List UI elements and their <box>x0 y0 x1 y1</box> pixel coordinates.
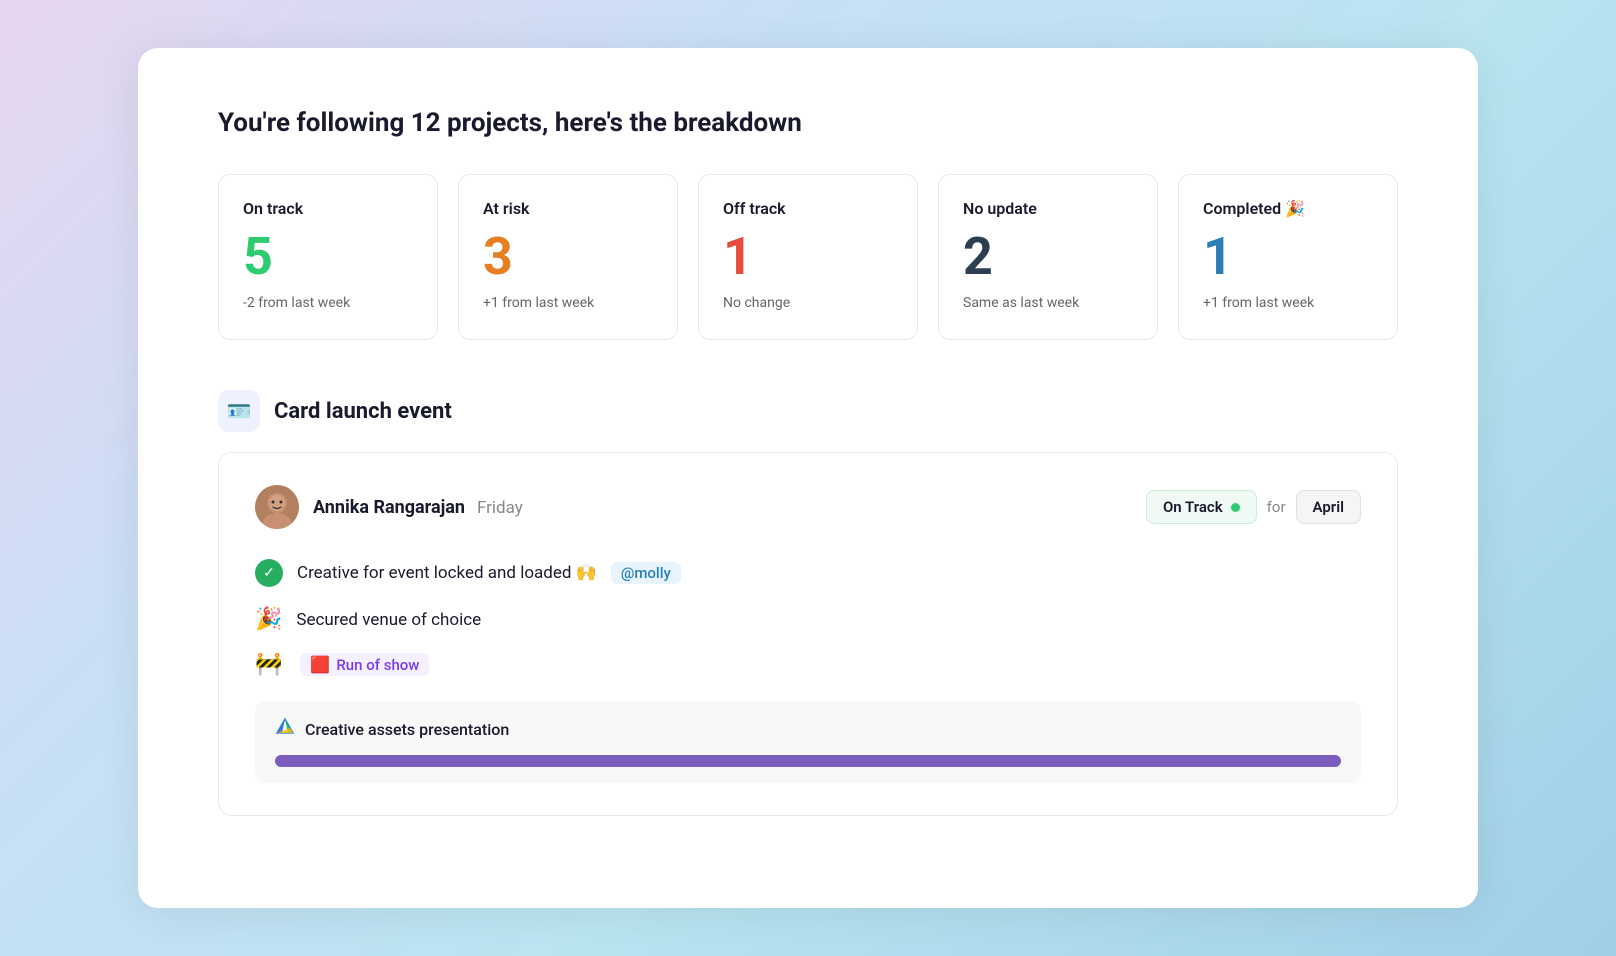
avatar <box>255 485 299 529</box>
run-of-show-link[interactable]: 🟥 Run of show <box>300 653 429 676</box>
main-card: You're following 12 projects, here's the… <box>138 48 1478 908</box>
update-items: ✓ Creative for event locked and loaded 🙌… <box>255 559 1361 677</box>
section-icon: 🪪 <box>218 390 260 432</box>
attachment-title: Creative assets presentation <box>275 717 1341 741</box>
section-header: 🪪 Card launch event <box>218 390 1398 432</box>
stat-change-on-track: -2 from last week <box>243 295 413 311</box>
for-text: for <box>1267 498 1286 516</box>
on-track-badge[interactable]: On Track <box>1146 490 1257 524</box>
update-text-2: Secured venue of choice <box>296 610 481 630</box>
stat-label-on-track: On track <box>243 199 413 218</box>
stats-row: On track 5 -2 from last week At risk 3 +… <box>218 174 1398 340</box>
attachment-area[interactable]: Creative assets presentation <box>255 701 1361 783</box>
stat-change-at-risk: +1 from last week <box>483 295 653 311</box>
update-item-3: 🚧 🟥 Run of show <box>255 652 1361 677</box>
attachment-progress-bar <box>275 755 1341 767</box>
stat-label-completed: Completed 🎉 <box>1203 199 1373 218</box>
stat-card-on-track[interactable]: On track 5 -2 from last week <box>218 174 438 340</box>
update-text-row-1: Creative for event locked and loaded 🙌 @… <box>297 562 681 584</box>
stat-change-completed: +1 from last week <box>1203 295 1373 311</box>
stat-label-at-risk: At risk <box>483 199 653 218</box>
on-track-label: On Track <box>1163 498 1223 516</box>
figma-icon: 🟥 <box>310 655 330 674</box>
drive-icon <box>275 717 295 741</box>
project-author: Annika Rangarajan Friday <box>255 485 523 529</box>
link-text: Run of show <box>336 656 419 674</box>
project-card: Annika Rangarajan Friday On Track for Ap… <box>218 452 1398 816</box>
attachment-name: Creative assets presentation <box>305 720 509 739</box>
stat-change-off-track: No change <box>723 295 893 311</box>
stat-label-no-update: No update <box>963 199 1133 218</box>
author-name: Annika Rangarajan <box>313 497 465 518</box>
stat-number-no-update: 2 <box>963 228 1133 285</box>
stat-change-no-update: Same as last week <box>963 295 1133 311</box>
update-item-1: ✓ Creative for event locked and loaded 🙌… <box>255 559 1361 587</box>
update-text-1: Creative for event locked and loaded 🙌 <box>297 563 597 583</box>
mention-tag-molly[interactable]: @molly <box>611 562 681 584</box>
page-title: You're following 12 projects, here's the… <box>218 108 1398 138</box>
author-info: Annika Rangarajan Friday <box>313 497 523 518</box>
stat-number-completed: 1 <box>1203 228 1373 285</box>
stat-card-completed[interactable]: Completed 🎉 1 +1 from last week <box>1178 174 1398 340</box>
stat-label-off-track: Off track <box>723 199 893 218</box>
stat-number-at-risk: 3 <box>483 228 653 285</box>
section-title: Card launch event <box>274 399 452 424</box>
update-item-2: 🎉 Secured venue of choice <box>255 607 1361 632</box>
month-badge[interactable]: April <box>1296 490 1361 524</box>
author-day: Friday <box>477 498 523 518</box>
stat-number-on-track: 5 <box>243 228 413 285</box>
construction-emoji-icon: 🚧 <box>255 652 282 677</box>
check-icon: ✓ <box>255 559 283 587</box>
stat-card-at-risk[interactable]: At risk 3 +1 from last week <box>458 174 678 340</box>
status-badge: On Track for April <box>1146 490 1361 524</box>
green-dot-icon <box>1231 503 1240 512</box>
party-emoji-icon: 🎉 <box>255 607 282 632</box>
project-header: Annika Rangarajan Friday On Track for Ap… <box>255 485 1361 529</box>
stat-card-no-update[interactable]: No update 2 Same as last week <box>938 174 1158 340</box>
stat-card-off-track[interactable]: Off track 1 No change <box>698 174 918 340</box>
stat-number-off-track: 1 <box>723 228 893 285</box>
